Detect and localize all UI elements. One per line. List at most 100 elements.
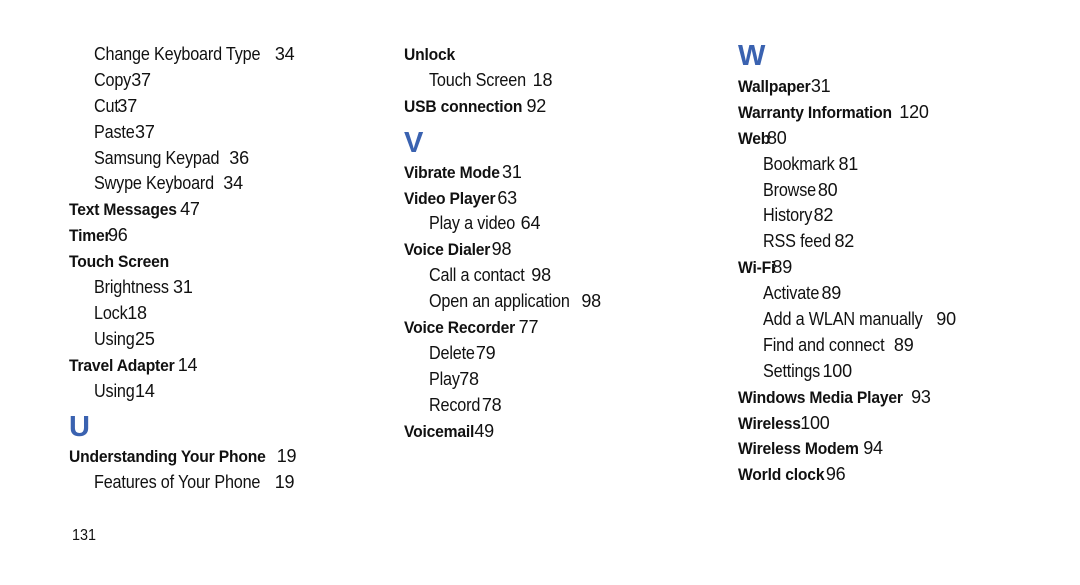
entry-term: Open an application [429, 291, 570, 312]
index-entry: Travel Adapter 14 [69, 353, 296, 379]
entry-page-ref[interactable]: 34 [223, 173, 243, 193]
entry-page-ref[interactable]: 36 [229, 148, 249, 168]
entry-term: Vibrate Mode [404, 162, 500, 182]
entry-term: Copy [94, 69, 132, 90]
entry-term: Swype Keyboard [94, 173, 214, 194]
index-entry: Voice Recorder 77 [404, 315, 601, 341]
entry-page-ref[interactable]: 31 [811, 76, 831, 96]
index-subentry: Play78 [404, 367, 601, 393]
index-entry: Voice Dialer98 [404, 237, 601, 263]
entry-term: Touch Screen [429, 69, 526, 90]
entry-term: Paste [94, 121, 135, 142]
entry-term: Windows Media Player [738, 387, 903, 407]
entry-term: Timer [69, 226, 111, 246]
index-entry: Unlock [404, 42, 601, 68]
entry-page-ref[interactable]: 96 [826, 464, 846, 484]
entry-page-ref[interactable]: 78 [482, 395, 502, 415]
entry-page-ref[interactable]: 25 [135, 329, 155, 349]
entry-page-ref[interactable]: 100 [800, 413, 830, 433]
entry-page-ref[interactable]: 63 [497, 188, 517, 208]
entry-term: Browse [763, 179, 816, 200]
entry-term: Web [738, 128, 771, 148]
entry-page-ref[interactable]: 19 [277, 446, 297, 466]
entry-page-ref[interactable]: 82 [814, 205, 834, 225]
index-subentry: Samsung Keypad 36 [69, 146, 296, 172]
entry-page-ref[interactable]: 98 [531, 265, 551, 285]
entry-page-ref[interactable]: 47 [180, 199, 200, 219]
entry-page-ref[interactable]: 14 [178, 355, 198, 375]
index-subentry: Using14 [69, 379, 296, 405]
entry-term: Voicemail [404, 421, 475, 441]
entry-term: Settings [763, 360, 821, 381]
index-entry: Touch Screen [69, 249, 296, 275]
entry-term: History [763, 205, 813, 226]
entry-term: USB connection [404, 96, 523, 116]
index-subentry: Delete79 [404, 341, 601, 367]
entry-term: Play [429, 368, 460, 389]
entry-page-ref[interactable]: 14 [135, 381, 155, 401]
entry-term: Video Player [404, 188, 496, 208]
entry-term: Features of Your Phone [94, 472, 261, 493]
entry-page-ref[interactable]: 82 [834, 231, 854, 251]
entry-term: Samsung Keypad [94, 147, 220, 168]
entry-page-ref[interactable]: 120 [899, 102, 929, 122]
entry-page-ref[interactable]: 96 [108, 225, 128, 245]
index-subentry: Record78 [404, 393, 601, 419]
entry-term: Play a video [429, 213, 516, 234]
entry-term: Lock [94, 302, 128, 323]
index-entry: Wi-Fi89 [738, 255, 956, 281]
entry-page-ref[interactable]: 64 [521, 213, 541, 233]
entry-page-ref[interactable]: 37 [135, 122, 155, 142]
index-subentry: Swype Keyboard 34 [69, 171, 296, 197]
entry-page-ref[interactable]: 34 [275, 44, 295, 64]
entry-term: Find and connect [763, 334, 885, 355]
entry-page-ref[interactable]: 81 [838, 154, 858, 174]
index-subentry: Touch Screen 18 [404, 68, 601, 94]
entry-term: Record [429, 394, 481, 415]
entry-page-ref[interactable]: 31 [173, 277, 193, 297]
entry-term: RSS feed [763, 231, 831, 252]
index-subentry: Play a video 64 [404, 211, 601, 237]
entry-term: Using [94, 328, 135, 349]
entry-term: Unlock [404, 45, 456, 64]
entry-page-ref[interactable]: 89 [772, 257, 792, 277]
entry-page-ref[interactable]: 100 [822, 361, 852, 381]
entry-term: Call a contact [429, 265, 525, 286]
entry-page-ref[interactable]: 49 [474, 421, 494, 441]
index-entry: USB connection 92 [404, 94, 601, 120]
entry-page-ref[interactable]: 19 [275, 472, 295, 492]
entry-page-ref[interactable]: 89 [894, 335, 914, 355]
entry-page-ref[interactable]: 31 [502, 162, 522, 182]
index-entry: Vibrate Mode 31 [404, 160, 601, 186]
index-subentry: Paste37 [69, 120, 296, 146]
entry-term: Brightness [94, 277, 169, 298]
entry-term: Activate [763, 283, 820, 304]
entry-page-ref[interactable]: 37 [117, 96, 137, 116]
index-subentry: Copy37 [69, 68, 296, 94]
index-column-2: Unlock Touch Screen 18 USB connection 92 V Vib… [404, 42, 601, 444]
index-entry: Web80 [738, 126, 956, 152]
index-entry: Voicemail49 [404, 419, 601, 445]
entry-term: Delete [429, 342, 475, 363]
entry-page-ref[interactable]: 77 [519, 317, 539, 337]
entry-page-ref[interactable]: 79 [476, 343, 496, 363]
entry-page-ref[interactable]: 18 [127, 303, 147, 323]
entry-page-ref[interactable]: 93 [911, 387, 931, 407]
entry-page-ref[interactable]: 80 [818, 180, 838, 200]
index-subentry: Bookmark 81 [738, 152, 956, 178]
entry-term: Wireless [738, 413, 801, 433]
index-entry: Windows Media Player 93 [738, 385, 956, 411]
entry-page-ref[interactable]: 98 [581, 291, 601, 311]
index-subentry: Brightness 31 [69, 275, 296, 301]
entry-page-ref[interactable]: 89 [821, 283, 841, 303]
entry-page-ref[interactable]: 78 [459, 369, 479, 389]
entry-page-ref[interactable]: 90 [936, 309, 956, 329]
entry-page-ref[interactable]: 98 [492, 239, 512, 259]
index-entry: Wireless100 [738, 411, 956, 437]
entry-term: Touch Screen [69, 252, 170, 272]
entry-page-ref[interactable]: 92 [527, 96, 547, 116]
index-subentry: Add a WLAN manually 90 [738, 307, 956, 333]
entry-page-ref[interactable]: 94 [863, 438, 883, 458]
entry-page-ref[interactable]: 18 [533, 70, 553, 90]
entry-page-ref[interactable]: 37 [131, 70, 151, 90]
